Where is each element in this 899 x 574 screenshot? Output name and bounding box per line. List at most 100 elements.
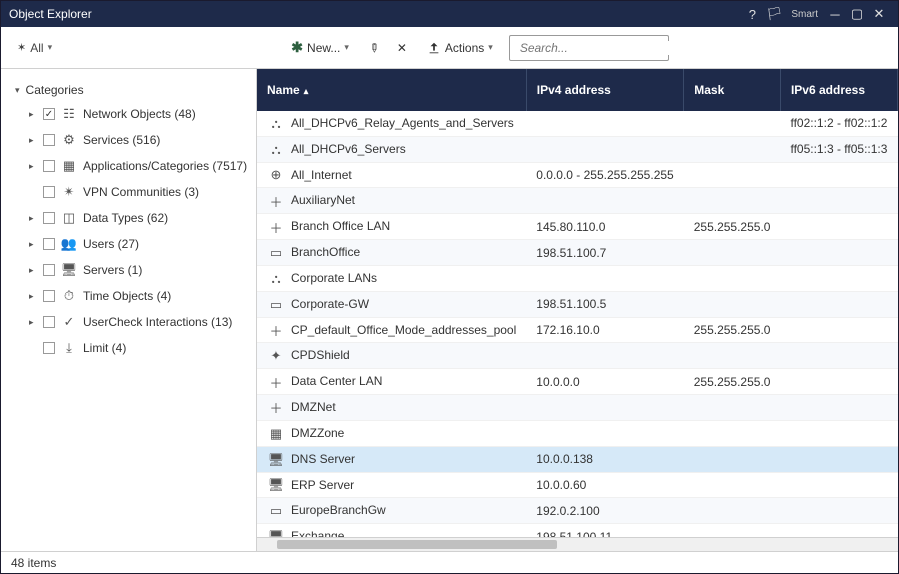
sidebar-item-network-objects[interactable]: ▸☷Network Objects (48) bbox=[1, 101, 256, 127]
help-icon[interactable]: ? bbox=[741, 3, 763, 25]
cell-mask bbox=[684, 136, 781, 162]
cell-name: ⛬Corporate LANs bbox=[257, 265, 526, 291]
cell-name: ＋Branch Office LAN bbox=[257, 214, 526, 240]
table-row[interactable]: ✦CPDShield bbox=[257, 343, 898, 369]
cell-ipv6 bbox=[780, 291, 897, 317]
search-box[interactable] bbox=[509, 35, 669, 61]
cell-ipv6 bbox=[780, 317, 897, 343]
col-mask6[interactable]: Mask 6 bbox=[897, 69, 898, 111]
cell-mask bbox=[684, 240, 781, 266]
new-button[interactable]: ✱ New... ▾ bbox=[285, 36, 355, 59]
sidebar-item-users[interactable]: ▸👥Users (27) bbox=[1, 231, 256, 257]
cell-name: ▭BranchOffice bbox=[257, 240, 526, 266]
table-row[interactable]: ▦DMZZone bbox=[257, 420, 898, 446]
actions-label: Actions bbox=[445, 41, 484, 55]
checkbox[interactable] bbox=[43, 264, 55, 276]
table-scroll[interactable]: Name▴ IPv4 address Mask IPv6 address Mas… bbox=[257, 69, 898, 537]
net-icon: ＋ bbox=[267, 401, 285, 415]
checkbox[interactable] bbox=[43, 160, 55, 172]
col-name[interactable]: Name▴ bbox=[257, 69, 526, 111]
delete-icon[interactable]: ✕ bbox=[393, 39, 411, 57]
sidebar-item-data-types[interactable]: ▸◫Data Types (62) bbox=[1, 205, 256, 231]
checkbox[interactable] bbox=[43, 238, 55, 250]
horizontal-scrollbar[interactable] bbox=[257, 537, 898, 551]
categories-header[interactable]: ▾ Categories bbox=[1, 79, 256, 101]
cell-ipv6 bbox=[780, 369, 897, 395]
table-row[interactable]: 🖥DNS Server10.0.0.138Static: 10.10.10.53 bbox=[257, 446, 898, 472]
table-row[interactable]: ＋AuxiliaryNet bbox=[257, 188, 898, 214]
checkbox[interactable] bbox=[43, 342, 55, 354]
chevron-right-icon: ▸ bbox=[29, 109, 37, 120]
table-row[interactable]: 🖥ERP Server10.0.0.60None bbox=[257, 472, 898, 498]
table-row[interactable]: 🖥Exchange198.51.100.11None bbox=[257, 524, 898, 537]
minimize-icon[interactable]: ─ bbox=[824, 3, 846, 25]
maximize-icon[interactable]: ▢ bbox=[846, 3, 868, 25]
cell-mask6 bbox=[897, 188, 898, 214]
category-icon: 👥 bbox=[61, 236, 77, 252]
category-icon: ✓ bbox=[61, 314, 77, 330]
gw-icon: ▭ bbox=[267, 504, 285, 518]
cell-mask: 255.255.255.0 bbox=[684, 214, 781, 240]
checkbox[interactable] bbox=[43, 212, 55, 224]
col-mask[interactable]: Mask bbox=[684, 69, 781, 111]
table-row[interactable]: ⊕All_Internet0.0.0.0 - 255.255.255.255No… bbox=[257, 162, 898, 188]
cell-name: 🖥DNS Server bbox=[257, 446, 526, 472]
category-label: Services (516) bbox=[83, 133, 160, 147]
category-icon: ☷ bbox=[61, 106, 77, 122]
checkbox[interactable] bbox=[43, 108, 55, 120]
cell-name: ＋Data Center LAN bbox=[257, 369, 526, 395]
cell-ipv6 bbox=[780, 498, 897, 524]
close-icon[interactable]: ✕ bbox=[868, 3, 890, 25]
sidebar-item-usercheck-interactions[interactable]: ▸✓UserCheck Interactions (13) bbox=[1, 309, 256, 335]
gw-icon: ▭ bbox=[267, 298, 285, 312]
cell-mask6 bbox=[897, 317, 898, 343]
category-icon: ◫ bbox=[61, 210, 77, 226]
titlebar: Object Explorer ? 🏳 Smart ─ ▢ ✕ bbox=[1, 1, 898, 27]
scrollbar-thumb[interactable] bbox=[277, 540, 557, 549]
table-row[interactable]: ▭BranchOffice198.51.100.7None bbox=[257, 240, 898, 266]
table-row[interactable]: ▭EuropeBranchGw192.0.2.100None bbox=[257, 498, 898, 524]
group-icon: ⛬ bbox=[267, 272, 285, 286]
new-label: New... bbox=[307, 41, 340, 55]
table-row[interactable]: ⛬All_DHCPv6_Relay_Agents_and_Serversff02… bbox=[257, 111, 898, 136]
sidebar-item-applications-categories[interactable]: ▸▦Applications/Categories (7517) bbox=[1, 153, 256, 179]
checkbox[interactable] bbox=[43, 316, 55, 328]
export-icon bbox=[427, 41, 441, 55]
table-row[interactable]: ▭Corporate-GW198.51.100.5None bbox=[257, 291, 898, 317]
col-ipv6[interactable]: IPv6 address bbox=[780, 69, 897, 111]
sidebar-item-limit[interactable]: ⤓Limit (4) bbox=[1, 335, 256, 361]
checkbox[interactable] bbox=[43, 290, 55, 302]
search-input[interactable] bbox=[520, 41, 677, 55]
category-icon: ⚙ bbox=[61, 132, 77, 148]
cell-mask bbox=[684, 111, 781, 136]
sidebar-item-servers[interactable]: ▸🖥Servers (1) bbox=[1, 257, 256, 283]
actions-button[interactable]: Actions ▾ bbox=[421, 38, 499, 58]
sidebar-item-services[interactable]: ▸⚙Services (516) bbox=[1, 127, 256, 153]
cell-mask bbox=[684, 291, 781, 317]
cell-name: ＋DMZNet bbox=[257, 395, 526, 421]
cell-ipv6: ff05::1:3 - ff05::1:3 bbox=[780, 136, 897, 162]
sidebar-item-vpn-communities[interactable]: ✴VPN Communities (3) bbox=[1, 179, 256, 205]
net-icon: ＋ bbox=[267, 194, 285, 208]
checkbox[interactable] bbox=[43, 134, 55, 146]
cell-ipv6 bbox=[780, 395, 897, 421]
sidebar-item-time-objects[interactable]: ▸⏱Time Objects (4) bbox=[1, 283, 256, 309]
cell-mask: 255.255.255.0 bbox=[684, 369, 781, 395]
table-row[interactable]: ＋CP_default_Office_Mode_addresses_pool17… bbox=[257, 317, 898, 343]
table-row[interactable]: ⛬Corporate LANs bbox=[257, 265, 898, 291]
table-row[interactable]: ⛬All_DHCPv6_Serversff05::1:3 - ff05::1:3 bbox=[257, 136, 898, 162]
table-row[interactable]: ＋Data Center LAN10.0.0.0255.255.255.0Non… bbox=[257, 369, 898, 395]
edit-icon[interactable]: ✎ bbox=[361, 35, 386, 60]
category-label: Servers (1) bbox=[83, 263, 142, 277]
filter-all-dropdown[interactable]: ✶ All ▾ bbox=[11, 39, 58, 57]
cell-ipv4 bbox=[526, 188, 683, 214]
cell-ipv4: 198.51.100.11 bbox=[526, 524, 683, 537]
col-ipv4[interactable]: IPv4 address bbox=[526, 69, 683, 111]
plus-icon: ✱ bbox=[291, 39, 303, 56]
category-label: Applications/Categories (7517) bbox=[83, 159, 247, 173]
table-row[interactable]: ＋Branch Office LAN145.80.110.0255.255.25… bbox=[257, 214, 898, 240]
checkbox[interactable] bbox=[43, 186, 55, 198]
table-row[interactable]: ＋DMZNet bbox=[257, 395, 898, 421]
cell-mask bbox=[684, 265, 781, 291]
category-label: Limit (4) bbox=[83, 341, 126, 355]
